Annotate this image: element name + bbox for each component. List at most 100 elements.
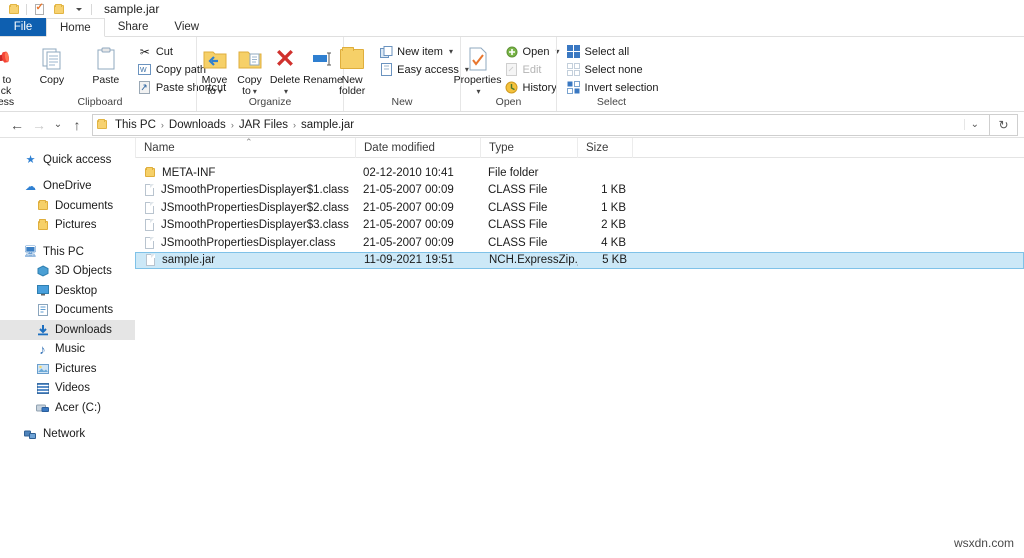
qat-folder-icon[interactable]	[4, 1, 24, 17]
copy-button[interactable]: Copy	[25, 41, 79, 86]
edit-button: Edit	[502, 62, 563, 77]
sidebar-item-onedrive[interactable]: ☁ OneDrive	[0, 177, 135, 197]
new-item-icon	[379, 45, 393, 59]
refresh-button[interactable]: ↻	[990, 113, 1018, 136]
new-folder-button[interactable]: New folder	[332, 41, 372, 97]
paste-label: Paste	[92, 74, 120, 86]
file-date: 21-05-2007 00:09	[363, 201, 454, 214]
ribbon-group-select: Select all Select none Invert selection	[556, 37, 666, 111]
video-icon	[36, 382, 49, 395]
sidebar-item-3d-objects[interactable]: 3D Objects	[0, 262, 135, 282]
file-icon	[145, 201, 154, 214]
invert-selection-button[interactable]: Invert selection	[564, 80, 662, 95]
sidebar-item-downloads[interactable]: Downloads	[0, 320, 135, 340]
tab-view[interactable]: View	[161, 18, 213, 36]
sidebar-label: Pictures	[55, 219, 97, 232]
ribbon-group-open: Properties ▾ Open ▾ Edit History Open	[454, 37, 559, 111]
select-all-button[interactable]: Select all	[564, 44, 662, 59]
table-row[interactable]: sample.jar 11-09-2021 19:51 NCH.ExpressZ…	[135, 251, 1024, 269]
file-date: 21-05-2007 00:09	[363, 236, 454, 249]
navigation-pane: ★ Quick access ☁ OneDrive Documents Pict…	[0, 138, 135, 553]
ribbon-group-new: New folder New item ▾ Easy access ▾ New	[339, 37, 469, 111]
table-row[interactable]: JSmoothPropertiesDisplayer$2.class 21-05…	[135, 199, 1024, 217]
table-row[interactable]: JSmoothPropertiesDisplayer$3.class 21-05…	[135, 217, 1024, 235]
file-type: NCH.ExpressZip.jar	[489, 254, 578, 267]
sidebar-item-videos[interactable]: Videos	[0, 379, 135, 399]
sidebar-item-documents[interactable]: Documents	[0, 301, 135, 321]
sidebar-item-pictures[interactable]: Pictures	[0, 359, 135, 379]
pin-icon: 📌	[0, 44, 14, 75]
file-name: JSmoothPropertiesDisplayer.class	[161, 236, 336, 249]
qat-chevron-down-icon[interactable]	[69, 1, 89, 17]
sidebar-label: Network	[43, 428, 86, 441]
sidebar-label: Desktop	[55, 284, 98, 297]
table-row[interactable]: JSmoothPropertiesDisplayer$1.class 21-05…	[135, 182, 1024, 200]
back-button[interactable]: ←	[6, 114, 28, 136]
breadcrumb-item-this-pc[interactable]: This PC	[111, 119, 160, 131]
pc-icon: 🖥	[23, 246, 38, 259]
open-button[interactable]: Open ▾	[502, 44, 563, 59]
ribbon: 📌 Pin to Quick access Copy	[0, 37, 1024, 112]
history-button[interactable]: History	[502, 80, 563, 95]
address-folder-icon	[97, 119, 107, 129]
tab-home[interactable]: Home	[46, 18, 105, 37]
file-date: 21-05-2007 00:09	[363, 219, 454, 232]
qat-new-folder-icon[interactable]	[49, 1, 69, 17]
breadcrumb-item-jar-files[interactable]: JAR Files	[235, 119, 292, 131]
copy-to-icon	[237, 44, 263, 74]
edit-label: Edit	[522, 63, 542, 76]
column-header-date-modified[interactable]: Date modified	[355, 137, 480, 158]
file-size: 1 KB	[601, 184, 626, 197]
sidebar-label: Pictures	[55, 362, 97, 375]
delete-button[interactable]: ✕ Delete ▾	[267, 41, 303, 97]
pictures-icon	[36, 362, 49, 375]
sort-indicator-caret-up-icon: ⌃	[245, 137, 253, 147]
tab-file[interactable]: File	[0, 18, 46, 36]
group-label-organize: Organize	[248, 96, 292, 108]
file-name: JSmoothPropertiesDisplayer$2.class	[161, 201, 349, 214]
properties-button[interactable]: Properties ▾	[454, 41, 501, 97]
drive-icon	[36, 401, 49, 414]
select-none-button[interactable]: Select none	[564, 62, 662, 77]
breadcrumb-item-downloads[interactable]: Downloads	[165, 119, 230, 131]
copy-to-button[interactable]: Copy to ▾	[232, 41, 267, 97]
file-name: JSmoothPropertiesDisplayer$3.class	[161, 219, 349, 232]
select-all-label: Select all	[584, 45, 630, 58]
easy-access-icon	[379, 63, 393, 77]
sidebar-item-onedrive-pictures[interactable]: Pictures	[0, 216, 135, 236]
sidebar-item-quick-access[interactable]: ★ Quick access	[0, 150, 135, 170]
column-header-type[interactable]: Type	[480, 137, 577, 158]
sidebar-label: Music	[55, 343, 86, 356]
sidebar-item-this-pc[interactable]: 🖥 This PC	[0, 242, 135, 262]
address-dropdown-chevron-down-icon[interactable]: ⌄	[963, 119, 985, 130]
paste-button[interactable]: Paste	[79, 41, 133, 86]
move-to-button[interactable]: Move to ▾	[197, 41, 232, 97]
breadcrumb-item-sample-jar[interactable]: sample.jar	[297, 119, 358, 131]
column-header-size[interactable]: Size	[577, 137, 632, 158]
sidebar-label: 3D Objects	[55, 265, 112, 278]
download-icon	[36, 323, 49, 336]
table-row[interactable]: JSmoothPropertiesDisplayer.class 21-05-2…	[135, 234, 1024, 252]
sidebar-item-desktop[interactable]: Desktop	[0, 281, 135, 301]
column-headers: ⌃ Name Date modified Type Size	[135, 137, 1024, 158]
copy-icon	[40, 44, 64, 74]
address-input[interactable]: This PC › Downloads › JAR Files › sample…	[92, 113, 990, 136]
file-type: CLASS File	[488, 184, 548, 197]
window-title: sample.jar	[104, 2, 160, 16]
qat-properties-check-icon[interactable]	[29, 1, 49, 17]
sidebar-item-network[interactable]: Network	[0, 425, 135, 445]
up-button[interactable]: ↑	[66, 114, 88, 136]
breadcrumb: This PC › Downloads › JAR Files › sample…	[111, 119, 964, 131]
sidebar-item-acer-c[interactable]: Acer (C:)	[0, 398, 135, 418]
paste-icon	[95, 44, 117, 74]
delete-x-icon: ✕	[274, 44, 296, 73]
sidebar-item-music[interactable]: ♪ Music	[0, 340, 135, 360]
sidebar-item-onedrive-documents[interactable]: Documents	[0, 196, 135, 216]
invert-selection-label: Invert selection	[584, 81, 659, 94]
recent-locations-chevron-down-icon[interactable]: ⌄	[50, 114, 66, 136]
tab-share[interactable]: Share	[104, 18, 162, 36]
table-row[interactable]: META-INF 02-12-2010 10:41 File folder	[135, 164, 1024, 182]
folder-icon	[36, 219, 49, 232]
cut-label: Cut	[155, 45, 173, 58]
watermark: wsxdn.com	[953, 536, 1014, 550]
